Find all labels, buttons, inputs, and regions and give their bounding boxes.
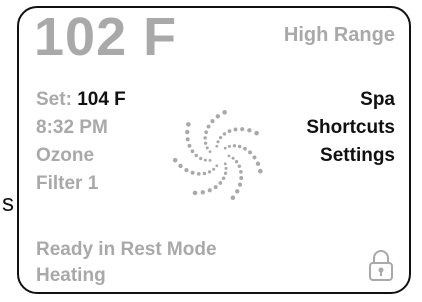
ozone-status: Ozone: [36, 145, 95, 166]
edge-text-fragment: s: [2, 190, 14, 217]
temperature-range[interactable]: High Range: [284, 24, 395, 47]
lock-icon[interactable]: [367, 248, 395, 282]
menu-item-spa[interactable]: Spa: [360, 90, 395, 109]
clock-time: 8:32 PM: [36, 117, 108, 138]
heating-status: Heating: [36, 265, 106, 286]
mode-status: Ready in Rest Mode: [36, 239, 217, 260]
menu-item-shortcuts[interactable]: Shortcuts: [306, 118, 395, 137]
swirl-icon: [172, 110, 263, 201]
current-temperature: 102 F: [34, 7, 178, 67]
set-temperature[interactable]: Set: 104 F: [36, 90, 126, 109]
menu-item-settings[interactable]: Settings: [320, 146, 395, 165]
set-temperature-value: 104 F: [77, 89, 126, 110]
spa-control-panel: 102 F High Range Set: 104 F 8:32 PM Ozon…: [17, 6, 411, 294]
filter-status: Filter 1: [36, 173, 99, 194]
set-temperature-label: Set:: [36, 89, 72, 110]
